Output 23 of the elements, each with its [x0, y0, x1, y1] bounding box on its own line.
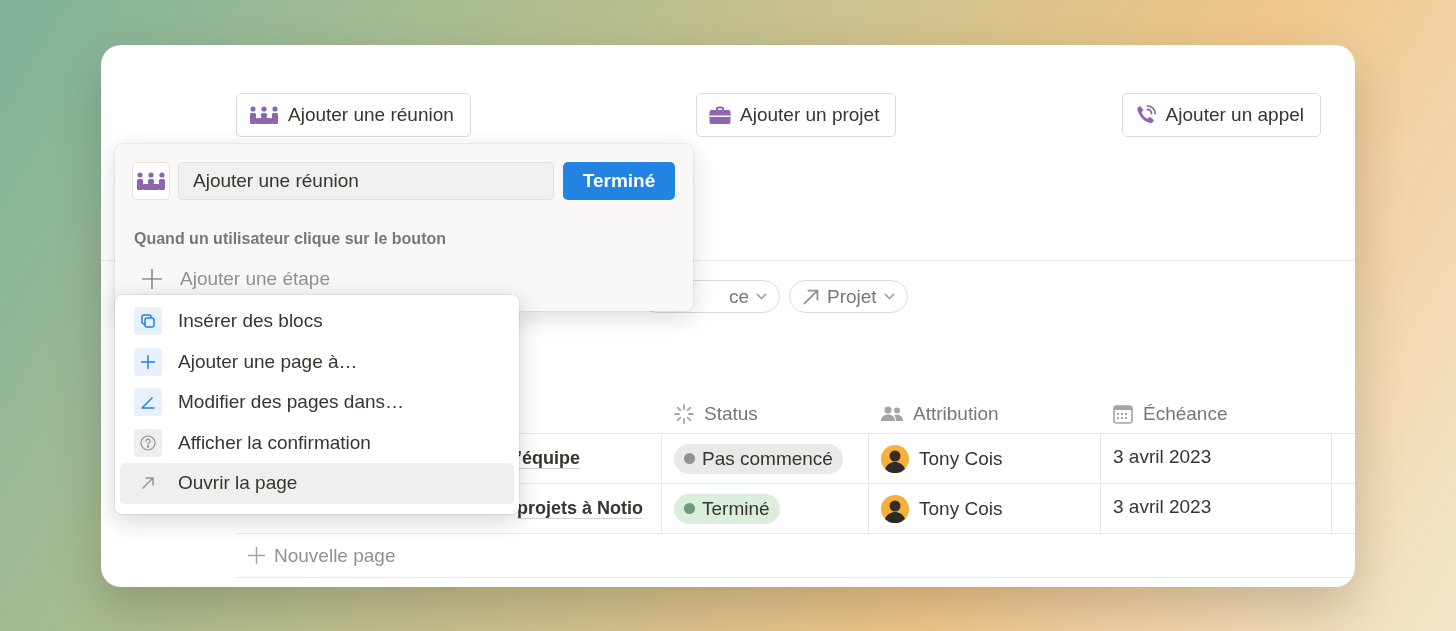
- column-header[interactable]: Status: [662, 394, 869, 433]
- add-button[interactable]: Ajouter un projet: [696, 93, 897, 137]
- add-button[interactable]: Ajouter une réunion: [236, 93, 471, 137]
- menu-item[interactable]: Ajouter une page à…: [120, 341, 514, 382]
- menu-item[interactable]: Afficher la confirmation: [120, 422, 514, 463]
- column-header[interactable]: Échéance: [1101, 394, 1332, 433]
- status-label: Pas commencé: [702, 447, 833, 470]
- menu-item[interactable]: Insérer des blocs: [120, 301, 514, 342]
- status-label: Terminé: [702, 497, 770, 520]
- trigger-label: Quand un utilisateur clique sur le bouton: [133, 230, 447, 248]
- add-button[interactable]: Ajouter un appel: [1121, 93, 1321, 137]
- filter-chip[interactable]: Projet: [789, 280, 908, 313]
- date-cell: 3 avril 2023: [1101, 434, 1332, 483]
- assignee-name: Tony Cois: [919, 497, 1003, 520]
- done-button[interactable]: Terminé: [563, 162, 675, 200]
- page-title[interactable]: projets à Notio: [517, 498, 643, 519]
- date-cell: 3 avril 2023: [1101, 484, 1332, 533]
- assignee-name: Tony Cois: [919, 447, 1003, 470]
- page-title[interactable]: ’équipe: [517, 448, 580, 469]
- menu-item[interactable]: Ouvrir la page: [120, 463, 514, 504]
- column-header[interactable]: Attribution: [869, 394, 1101, 433]
- button-name-field[interactable]: Ajouter une réunion: [178, 162, 554, 200]
- menu-item[interactable]: Modifier des pages dans…: [120, 382, 514, 423]
